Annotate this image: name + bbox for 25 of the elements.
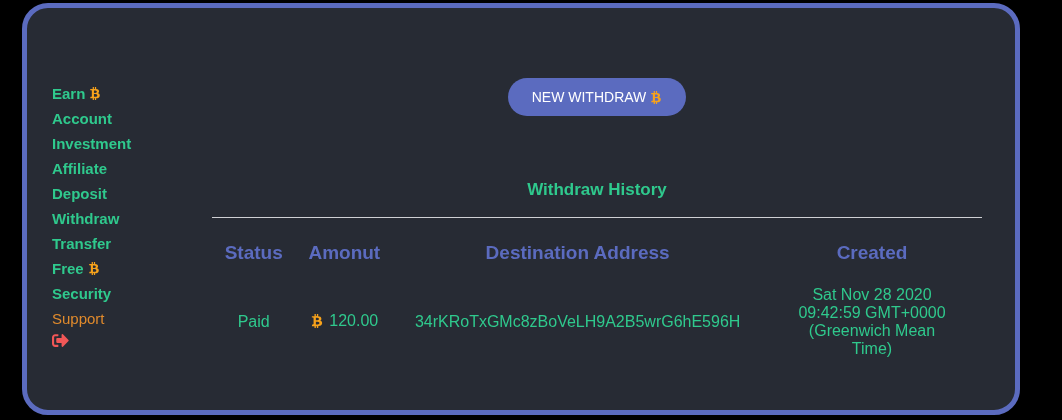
nav-link[interactable]: Security xyxy=(52,281,112,306)
column-header: Created xyxy=(835,241,909,265)
nav-link[interactable]: Account xyxy=(52,106,112,131)
nav-link[interactable]: Investment xyxy=(52,131,132,156)
table-cell-text: Paid xyxy=(236,312,271,332)
nav-link[interactable]: Withdraw xyxy=(52,206,120,231)
column-header: Status xyxy=(223,241,284,265)
column-header: Destination Address xyxy=(484,241,671,265)
nav-link[interactable]: Affiliate xyxy=(52,156,107,181)
nav-link[interactable]: Support xyxy=(52,306,105,331)
section-title: Withdraw History xyxy=(527,180,667,200)
new-withdraw-button[interactable]: NEW WITHDRAW xyxy=(507,78,687,116)
column-header: Amonut xyxy=(307,241,382,265)
table-cell-text: Sat Nov 28 2020 09:42:59 GMT+0000 (Greenwich Mean Time) xyxy=(797,286,947,358)
bitcoin-icon xyxy=(310,314,325,328)
bitcoin-icon xyxy=(650,90,663,104)
logout-icon[interactable] xyxy=(52,331,69,349)
nav-link[interactable]: Earn xyxy=(52,81,102,106)
nav-link[interactable]: Free xyxy=(52,256,100,281)
nav-link[interactable]: Deposit xyxy=(52,181,107,206)
table-cell-text: 34rKRoTxGMc8zBoVeLH9A2B5wrG6hE596H xyxy=(413,312,742,332)
nav-link[interactable]: Transfer xyxy=(52,231,112,256)
bitcoin-icon xyxy=(89,87,102,100)
bitcoin-icon xyxy=(87,262,100,275)
amount-cell: 120.00 xyxy=(310,312,379,330)
